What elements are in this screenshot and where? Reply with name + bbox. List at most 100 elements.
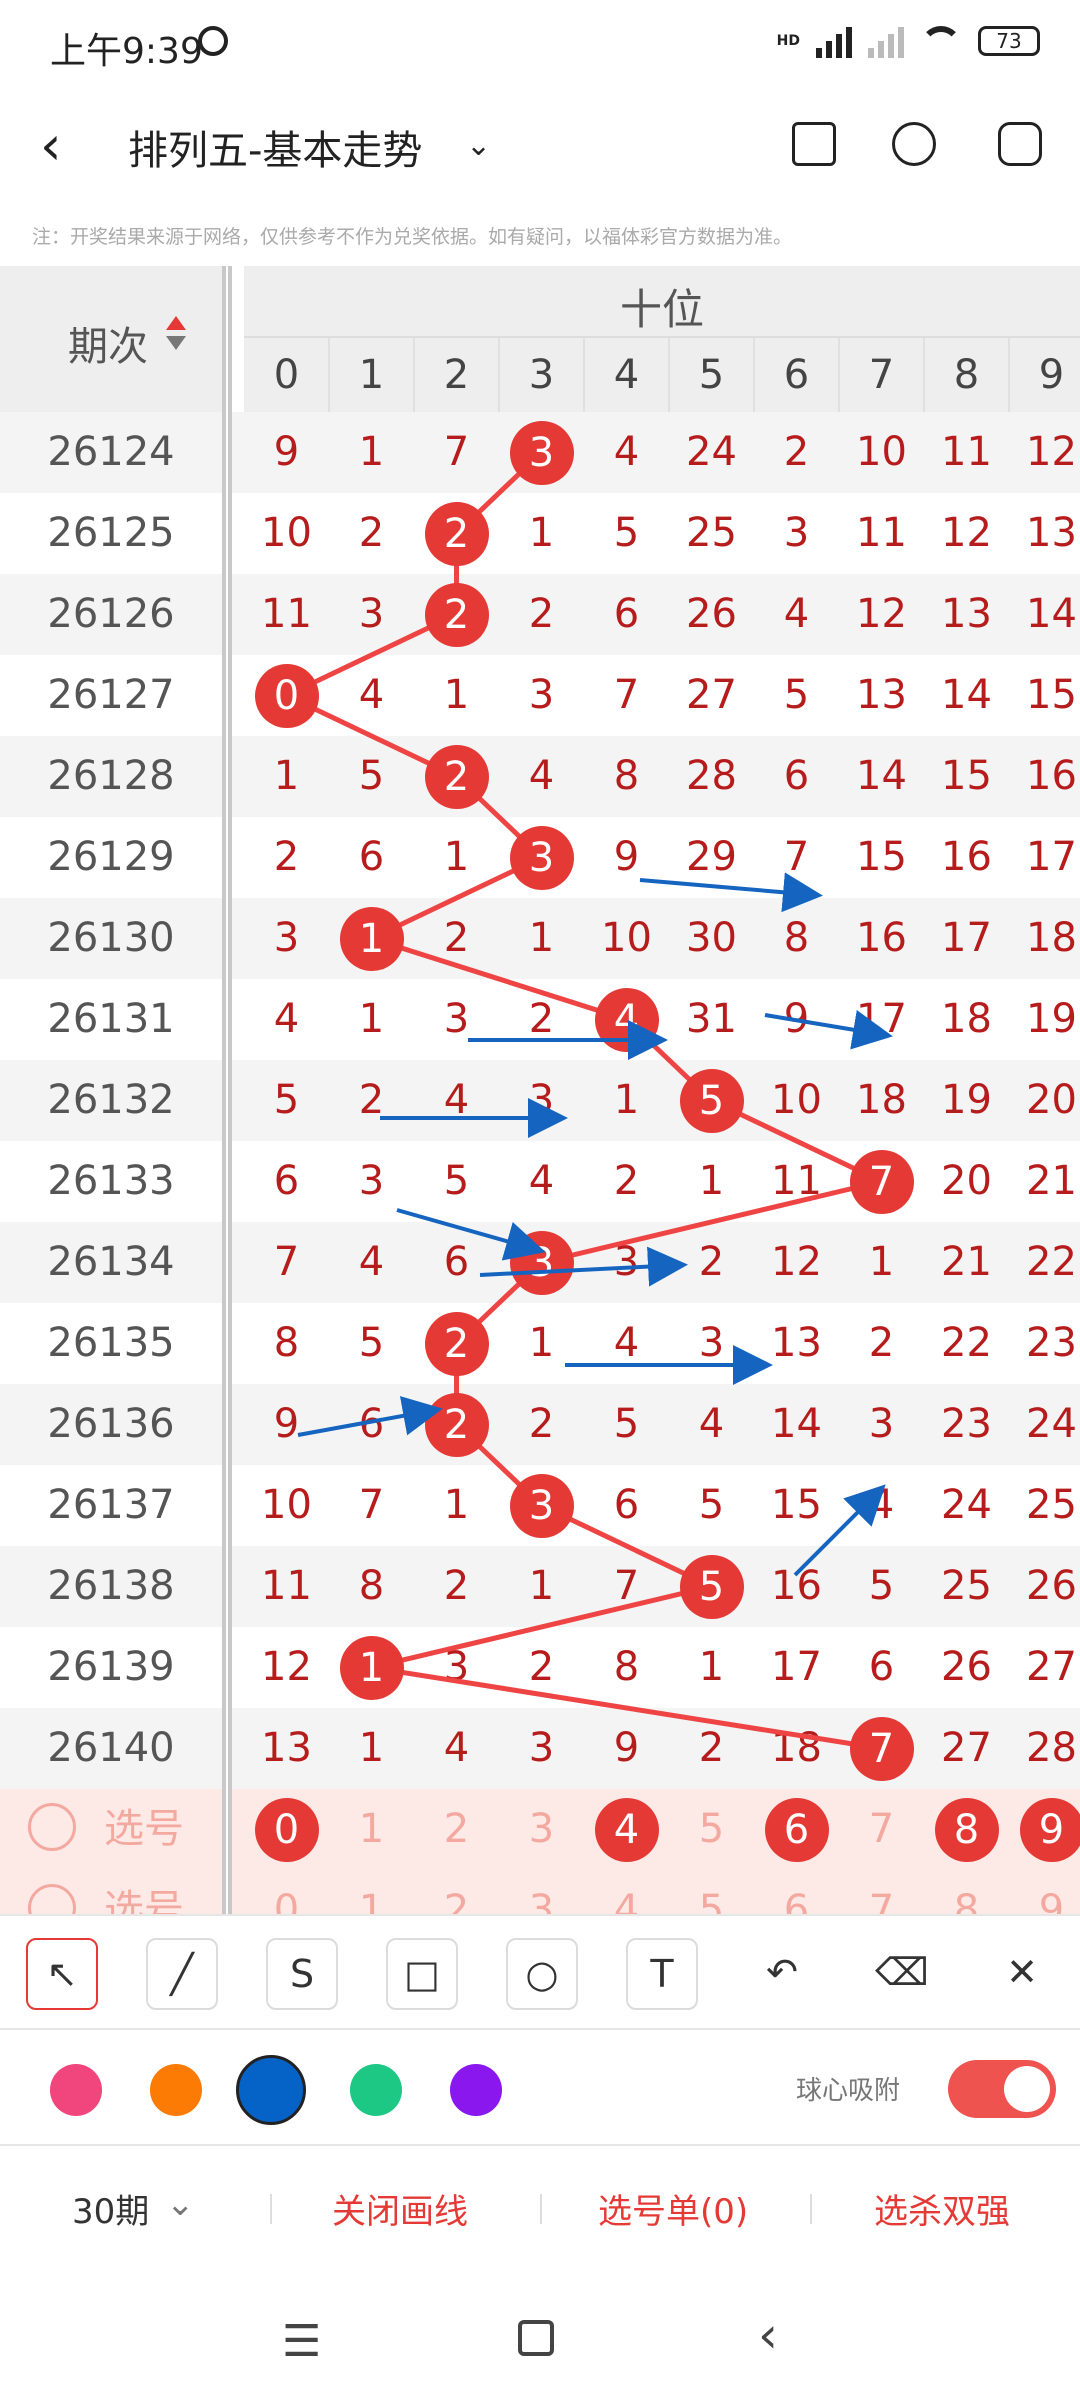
color-swatch[interactable]: [236, 2055, 306, 2125]
miss-count[interactable]: 26: [1009, 1546, 1080, 1627]
hit-ball[interactable]: 7: [849, 1716, 914, 1781]
home-icon[interactable]: [518, 2320, 554, 2356]
miss-count[interactable]: 3: [414, 979, 499, 1060]
select-digit[interactable]: 3: [499, 1789, 584, 1870]
miss-count[interactable]: 2: [244, 817, 329, 898]
selected-digit-ball[interactable]: 9: [1019, 1797, 1080, 1862]
miss-count[interactable]: 2: [414, 1546, 499, 1627]
miss-count[interactable]: 15: [924, 736, 1009, 817]
miss-count[interactable]: 9: [584, 1708, 669, 1789]
miss-count[interactable]: 20: [1009, 1060, 1080, 1141]
select-digit[interactable]: 6: [754, 1870, 839, 1914]
miss-count[interactable]: 6: [244, 1141, 329, 1222]
miss-count[interactable]: 4: [329, 655, 414, 736]
miss-count[interactable]: 27: [669, 655, 754, 736]
color-swatch[interactable]: [50, 2064, 102, 2116]
line-tool-icon[interactable]: ╱: [146, 1938, 218, 2010]
miss-count[interactable]: 14: [839, 736, 924, 817]
hit-ball[interactable]: 4: [594, 987, 659, 1052]
select-digit[interactable]: 3: [499, 1870, 584, 1914]
miss-count[interactable]: 3: [244, 898, 329, 979]
miss-count[interactable]: 6: [839, 1627, 924, 1708]
miss-count[interactable]: 4: [839, 1465, 924, 1546]
hit-ball[interactable]: 3: [509, 1473, 574, 1538]
layout-icon[interactable]: [792, 122, 836, 166]
miss-count[interactable]: 24: [669, 412, 754, 493]
hit-ball[interactable]: 3: [509, 825, 574, 890]
miss-count[interactable]: 18: [924, 979, 1009, 1060]
hit-ball[interactable]: 5: [679, 1068, 744, 1133]
hit-ball[interactable]: 7: [849, 1149, 914, 1214]
select-radio-icon[interactable]: [28, 1803, 76, 1851]
miss-count[interactable]: 4: [669, 1384, 754, 1465]
miss-count[interactable]: 7: [414, 412, 499, 493]
select-digit[interactable]: 9: [1009, 1870, 1080, 1914]
miss-count[interactable]: 3: [329, 1141, 414, 1222]
select-digit[interactable]: 1: [329, 1870, 414, 1914]
miss-count[interactable]: 8: [244, 1303, 329, 1384]
miss-count[interactable]: 5: [584, 493, 669, 574]
select-digit[interactable]: 0: [244, 1870, 329, 1914]
hit-ball[interactable]: 2: [424, 1311, 489, 1376]
select-digit[interactable]: 2: [414, 1870, 499, 1914]
snap-toggle[interactable]: [948, 2060, 1056, 2118]
miss-count[interactable]: 2: [499, 979, 584, 1060]
miss-count[interactable]: 4: [414, 1060, 499, 1141]
miss-count[interactable]: 5: [244, 1060, 329, 1141]
miss-count[interactable]: 1: [414, 1465, 499, 1546]
miss-count[interactable]: 13: [244, 1708, 329, 1789]
miss-count[interactable]: 2: [839, 1303, 924, 1384]
hit-ball[interactable]: 2: [424, 501, 489, 566]
miss-count[interactable]: 10: [244, 1465, 329, 1546]
miss-count[interactable]: 13: [924, 574, 1009, 655]
miss-count[interactable]: 8: [584, 1627, 669, 1708]
miss-count[interactable]: 16: [839, 898, 924, 979]
miss-count[interactable]: 11: [754, 1141, 839, 1222]
miss-count[interactable]: 14: [754, 1384, 839, 1465]
miss-count[interactable]: 1: [839, 1222, 924, 1303]
select-digit[interactable]: 5: [669, 1870, 754, 1914]
close-draw-button[interactable]: 关闭画线: [332, 2184, 468, 2233]
back-nav-icon[interactable]: ‹: [758, 2306, 778, 2364]
miss-count[interactable]: 7: [584, 1546, 669, 1627]
miss-count[interactable]: 3: [499, 1708, 584, 1789]
miss-count[interactable]: 18: [754, 1708, 839, 1789]
miss-count[interactable]: 6: [754, 736, 839, 817]
text-tool-icon[interactable]: T: [626, 1938, 698, 2010]
miss-count[interactable]: 14: [924, 655, 1009, 736]
miss-count[interactable]: 9: [244, 1384, 329, 1465]
miss-count[interactable]: 4: [584, 412, 669, 493]
miss-count[interactable]: 7: [584, 655, 669, 736]
color-swatch[interactable]: [350, 2064, 402, 2116]
miss-count[interactable]: 7: [329, 1465, 414, 1546]
kill-button[interactable]: 选杀双强: [874, 2184, 1010, 2233]
eraser-tool-icon[interactable]: ⌫: [866, 1938, 938, 2010]
miss-count[interactable]: 21: [924, 1222, 1009, 1303]
miss-count[interactable]: 5: [839, 1546, 924, 1627]
miss-count[interactable]: 16: [1009, 736, 1080, 817]
miss-count[interactable]: 6: [414, 1222, 499, 1303]
clear-tool-icon[interactable]: ✕: [986, 1938, 1058, 2010]
selected-digit-ball[interactable]: 8: [934, 1797, 999, 1862]
miss-count[interactable]: 6: [584, 1465, 669, 1546]
miss-count[interactable]: 3: [584, 1222, 669, 1303]
select-digit[interactable]: 5: [669, 1789, 754, 1870]
color-swatch[interactable]: [450, 2064, 502, 2116]
share-icon[interactable]: [892, 122, 936, 166]
miss-count[interactable]: 16: [754, 1546, 839, 1627]
miss-count[interactable]: 12: [1009, 412, 1080, 493]
miss-count[interactable]: 2: [329, 1060, 414, 1141]
hit-ball[interactable]: 1: [339, 1635, 404, 1700]
miss-count[interactable]: 5: [414, 1141, 499, 1222]
miss-count[interactable]: 11: [244, 574, 329, 655]
miss-count[interactable]: 25: [669, 493, 754, 574]
miss-count[interactable]: 5: [329, 736, 414, 817]
selected-digit-ball[interactable]: 0: [254, 1797, 319, 1862]
miss-count[interactable]: 12: [754, 1222, 839, 1303]
miss-count[interactable]: 26: [924, 1627, 1009, 1708]
hit-ball[interactable]: 3: [509, 420, 574, 485]
miss-count[interactable]: 9: [584, 817, 669, 898]
settings-icon[interactable]: [998, 122, 1042, 166]
miss-count[interactable]: 1: [499, 1303, 584, 1384]
miss-count[interactable]: 24: [1009, 1384, 1080, 1465]
